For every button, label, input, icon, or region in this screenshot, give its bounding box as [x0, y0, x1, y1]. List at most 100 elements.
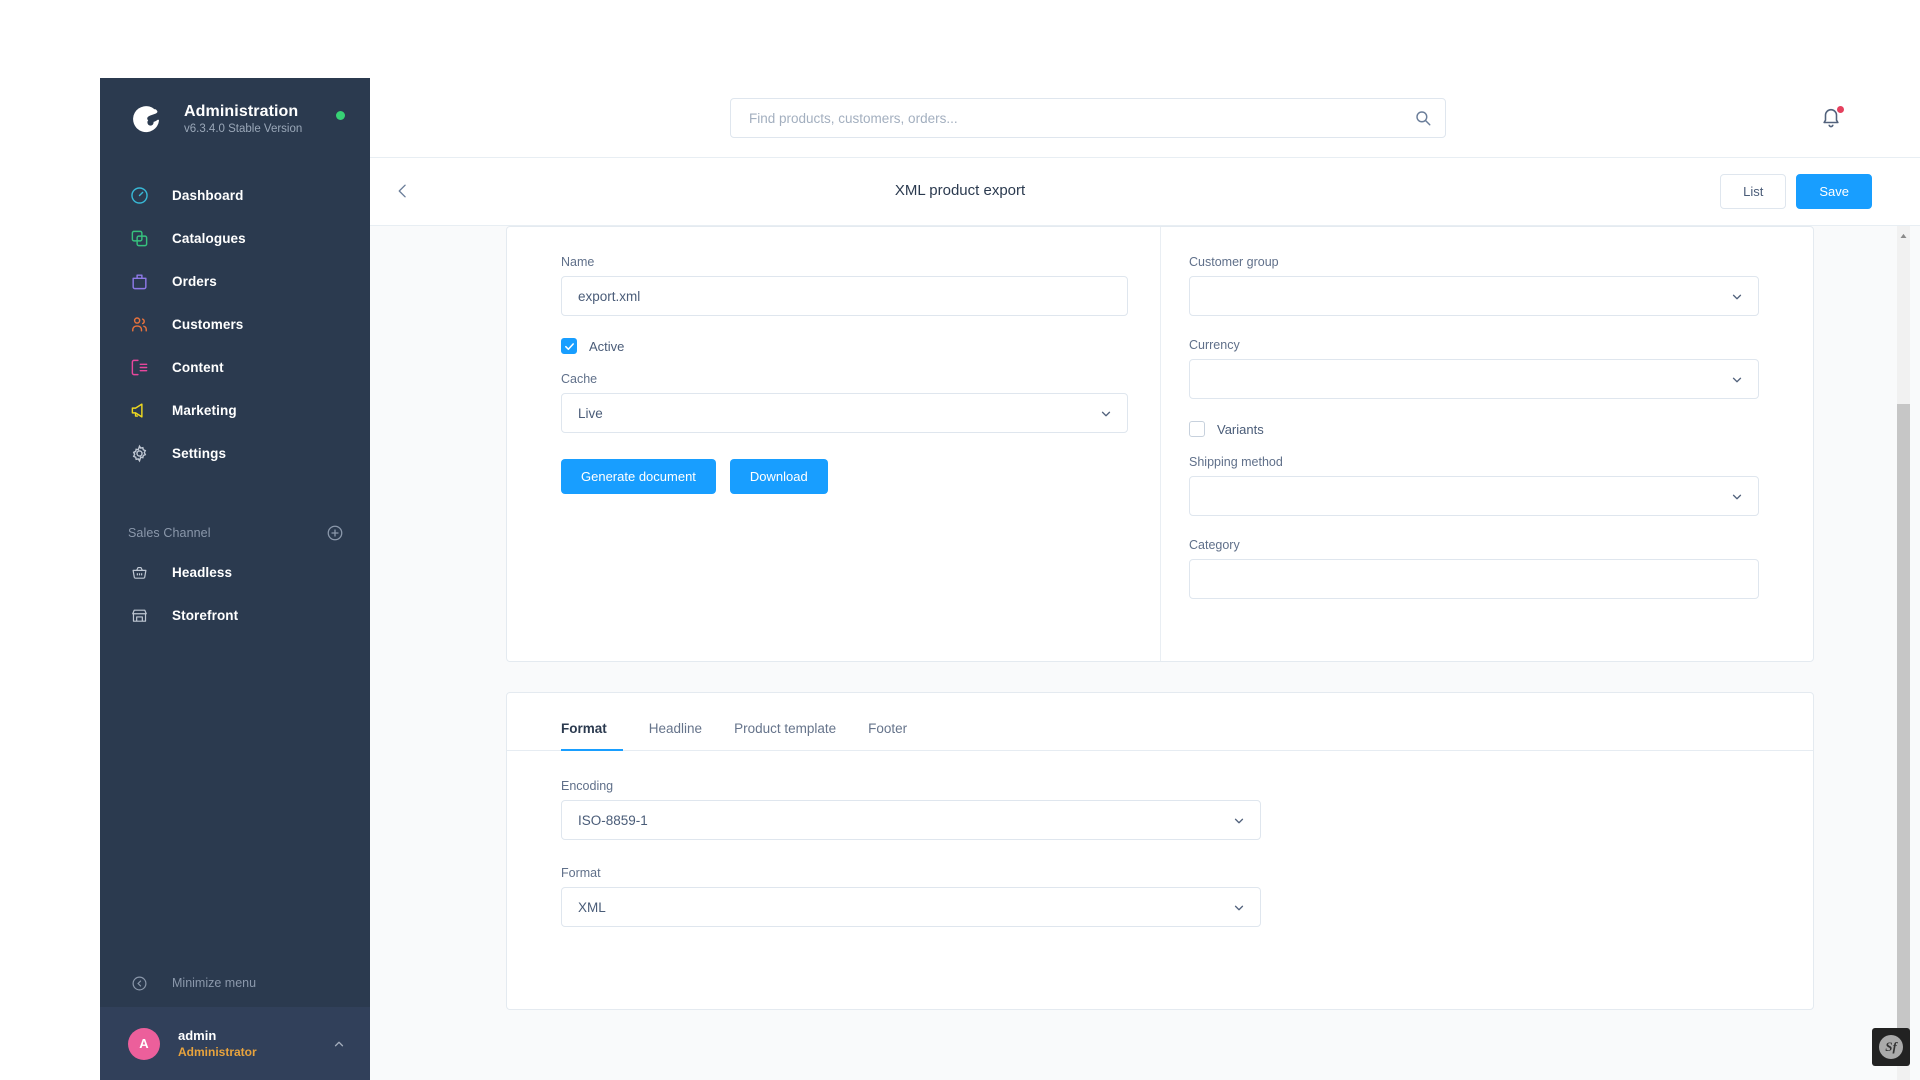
headless-basket-icon [128, 562, 150, 584]
cache-label: Cache [561, 372, 598, 386]
sidebar-brand[interactable]: Administration v6.3.4.0 Stable Version [100, 78, 370, 156]
sidebar-item-headless[interactable]: Headless [100, 551, 370, 594]
orders-icon [128, 271, 150, 293]
name-label: Name [561, 255, 595, 269]
variants-label: Variants [1217, 421, 1264, 437]
app-version: v6.3.4.0 Stable Version [184, 122, 303, 135]
sidebar-item-label: Orders [172, 274, 217, 289]
export-settings-card: Name Active Cache [506, 226, 1814, 662]
format-label: Format [561, 866, 601, 880]
sidebar-item-label: Settings [172, 446, 227, 461]
chevron-down-icon [1099, 407, 1113, 421]
notification-badge [1836, 105, 1845, 114]
export-settings-right-column: Customer group Currency Variants Shippin… [1160, 227, 1813, 661]
customer-group-select[interactable] [1189, 276, 1759, 316]
symfony-profiler-icon[interactable]: Sf [1872, 1028, 1910, 1066]
online-status-dot [336, 111, 345, 120]
chevron-up-icon [332, 1037, 346, 1051]
sidebar-section-sales-channel: Sales Channel [100, 515, 370, 551]
sidebar-item-label: Marketing [172, 403, 237, 418]
search-icon[interactable] [1414, 109, 1432, 127]
cache-select[interactable]: Live [561, 393, 1128, 433]
scroll-up-arrow-icon[interactable] [1899, 228, 1908, 238]
template-tabs: Format Headline Product template Footer [507, 693, 1813, 751]
save-button[interactable]: Save [1796, 174, 1872, 209]
sidebar-item-label: Headless [172, 565, 233, 580]
shipping-method-field-group: Shipping method [1189, 455, 1759, 516]
format-select[interactable]: XML [561, 887, 1261, 927]
avatar: A [128, 1027, 160, 1060]
collapse-menu-icon [128, 972, 150, 994]
plus-circle-icon[interactable] [326, 524, 344, 542]
export-settings-left-column: Name Active Cache [507, 227, 1160, 661]
minimize-menu-label: Minimize menu [172, 976, 257, 990]
tab-format[interactable]: Format [561, 721, 623, 751]
smart-bar: XML product export List Save [370, 158, 1920, 226]
storefront-icon [128, 605, 150, 627]
marketing-icon [128, 400, 150, 422]
content-icon [128, 357, 150, 379]
header-left-spacer [370, 78, 730, 157]
chevron-down-icon [1232, 901, 1246, 915]
tab-panel-format: Encoding ISO-8859-1 Format XML [507, 751, 1813, 927]
sidebar-item-content[interactable]: Content [100, 346, 370, 389]
page-title-text: XML product export [894, 182, 1026, 199]
active-checkbox[interactable] [561, 338, 577, 354]
document-actions: Generate document Download [561, 459, 1128, 494]
sidebar-item-catalogues[interactable]: Catalogues [100, 217, 370, 260]
download-button[interactable]: Download [729, 459, 828, 494]
sidebar-item-label: Content [172, 360, 224, 375]
sidebar-item-storefront[interactable]: Storefront [100, 594, 370, 637]
currency-label: Currency [1189, 338, 1240, 352]
format-value: XML [578, 899, 606, 915]
name-input[interactable] [561, 276, 1128, 316]
sidebar-item-settings[interactable]: Settings [100, 432, 370, 475]
content-scrollbar[interactable] [1897, 226, 1910, 1080]
app-title: Administration [184, 102, 299, 120]
customer-group-field-group: Customer group [1189, 255, 1759, 316]
customer-group-label: Customer group [1189, 255, 1279, 269]
currency-field-group: Currency [1189, 338, 1759, 399]
sidebar-item-marketing[interactable]: Marketing [100, 389, 370, 432]
global-search [730, 98, 1446, 138]
symfony-profiler-label: Sf [1879, 1035, 1903, 1059]
encoding-select[interactable]: ISO-8859-1 [561, 800, 1261, 840]
dashboard-icon [128, 185, 150, 207]
variants-checkbox[interactable] [1189, 421, 1205, 437]
cache-field-group: Cache Live [561, 372, 1128, 433]
sidebar-item-label: Catalogues [172, 231, 246, 246]
sidebar-item-customers[interactable]: Customers [100, 303, 370, 346]
sidebar-item-label: Customers [172, 317, 244, 332]
list-button[interactable]: List [1720, 174, 1787, 209]
shipping-method-select[interactable] [1189, 476, 1759, 516]
user-menu[interactable]: A admin Administrator [100, 1007, 370, 1080]
chevron-down-icon [1730, 290, 1744, 304]
variants-checkbox-row: Variants [1189, 421, 1759, 437]
tab-product-template[interactable]: Product template [718, 721, 852, 751]
format-field-group: Format XML [561, 866, 1261, 927]
category-label: Category [1189, 538, 1240, 552]
generate-document-button[interactable]: Generate document [561, 459, 716, 494]
scrollbar-thumb[interactable] [1897, 404, 1910, 1044]
template-card: Format Headline Product template Footer … [506, 692, 1814, 1010]
sidebar-item-dashboard[interactable]: Dashboard [100, 174, 370, 217]
cache-select-value: Live [578, 405, 603, 421]
active-checkbox-row: Active [561, 338, 1128, 354]
chevron-left-icon[interactable] [393, 181, 413, 201]
encoding-field-group: Encoding ISO-8859-1 [561, 779, 1261, 840]
tab-footer[interactable]: Footer [852, 721, 923, 751]
tab-headline[interactable]: Headline [633, 721, 718, 751]
minimize-menu-button[interactable]: Minimize menu [100, 959, 370, 1007]
sidebar: Administration v6.3.4.0 Stable Version D… [100, 78, 370, 1080]
content-area: Name Active Cache [370, 226, 1920, 1080]
category-input[interactable] [1189, 559, 1759, 599]
encoding-value: ISO-8859-1 [578, 812, 648, 828]
notifications-button[interactable] [1820, 105, 1845, 130]
active-label: Active [589, 338, 625, 354]
sidebar-item-label: Dashboard [172, 188, 244, 203]
customers-icon [128, 314, 150, 336]
currency-select[interactable] [1189, 359, 1759, 399]
search-input[interactable] [730, 98, 1446, 138]
sidebar-item-orders[interactable]: Orders [100, 260, 370, 303]
